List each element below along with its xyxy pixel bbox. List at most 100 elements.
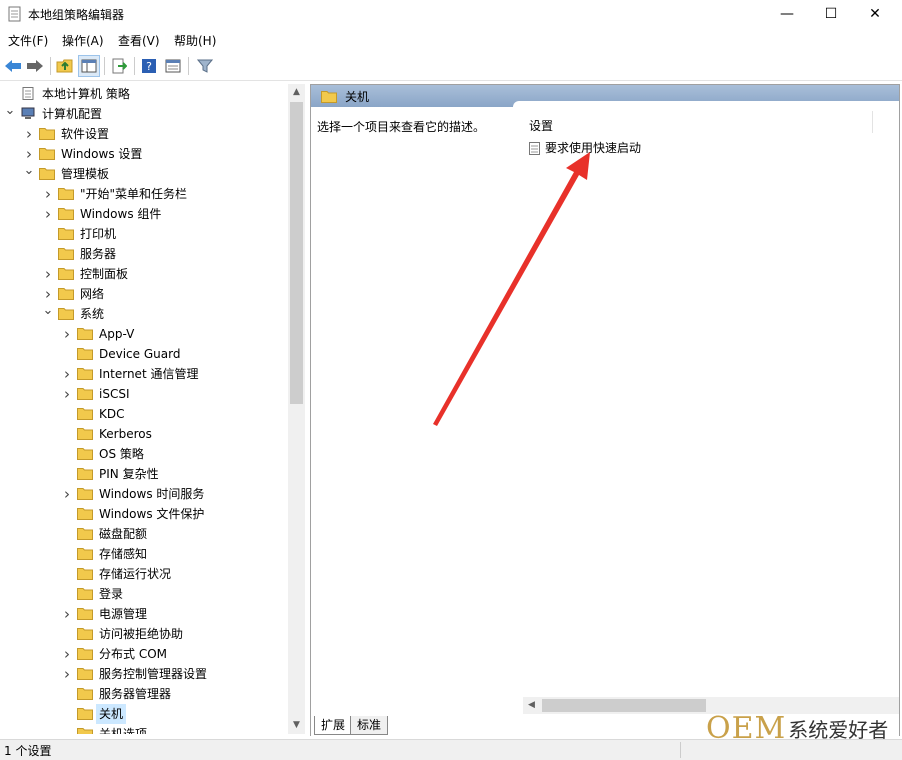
forward-button[interactable]: [24, 55, 46, 77]
tab-extended[interactable]: 扩展: [314, 716, 353, 735]
chevron-down-icon[interactable]: ⌄: [42, 304, 54, 324]
window-title: 本地组策略编辑器: [28, 8, 125, 22]
settings-list: 设置 要求使用快速启动: [513, 101, 899, 701]
tree-item[interactable]: › 服务控制管理器设置: [2, 664, 286, 684]
tree-item[interactable]: › App-V: [2, 324, 286, 344]
tree-item[interactable]: › 控制面板: [2, 264, 286, 284]
chevron-right-icon[interactable]: ›: [23, 124, 35, 144]
tree-item[interactable]: › 软件设置: [2, 124, 286, 144]
show-hide-tree-button[interactable]: [78, 55, 100, 77]
tree-item-label: 关机: [96, 704, 127, 724]
scroll-down-arrow-icon[interactable]: ▼: [288, 717, 305, 734]
chevron-down-icon[interactable]: ⌄: [4, 104, 16, 124]
tree-item-label: Internet 通信管理: [99, 367, 199, 381]
tree-item[interactable]: 打印机: [2, 224, 286, 244]
tree-item-label: Windows 时间服务: [99, 487, 205, 501]
tree-item[interactable]: Kerberos: [2, 424, 286, 444]
tree-vertical-scrollbar[interactable]: ▲ ▼: [288, 84, 305, 734]
group-policy-editor-window: 本地组策略编辑器 — ☐ ✕ 文件(F) 操作(A) 查看(V) 帮助(H) ?: [0, 0, 902, 760]
tree-item[interactable]: 服务器管理器: [2, 684, 286, 704]
tree-item[interactable]: › 电源管理: [2, 604, 286, 624]
tree-item[interactable]: Device Guard: [2, 344, 286, 364]
folder-icon: [58, 268, 74, 280]
tree-item[interactable]: 存储运行状况: [2, 564, 286, 584]
chevron-right-icon[interactable]: ›: [23, 144, 35, 164]
chevron-right-icon[interactable]: ›: [61, 384, 73, 404]
tree-item[interactable]: ⌄ 管理模板: [2, 164, 286, 184]
folder-icon: [77, 608, 93, 620]
chevron-right-icon[interactable]: ›: [42, 204, 54, 224]
up-folder-button[interactable]: [54, 55, 76, 77]
chevron-right-icon[interactable]: ›: [61, 644, 73, 664]
scroll-left-arrow-icon[interactable]: ◀: [523, 697, 540, 714]
tree-item-label: 计算机配置: [42, 107, 103, 121]
folder-icon: [58, 308, 74, 320]
tab-standard[interactable]: 标准: [350, 716, 389, 735]
menu-view[interactable]: 查看(V): [118, 32, 160, 49]
tree-item[interactable]: › "开始"菜单和任务栏: [2, 184, 286, 204]
tree-item[interactable]: ⌄ 计算机配置: [2, 104, 286, 124]
hscroll-thumb[interactable]: [542, 699, 706, 712]
export-list-button[interactable]: [108, 55, 130, 77]
tree-item[interactable]: › Windows 时间服务: [2, 484, 286, 504]
folder-icon: [58, 228, 74, 240]
tree-item[interactable]: KDC: [2, 404, 286, 424]
status-text: 1 个设置: [4, 744, 52, 758]
tree-item[interactable]: › Windows 组件: [2, 204, 286, 224]
folder-icon: [77, 408, 93, 420]
properties-button[interactable]: [162, 55, 184, 77]
folder-icon: [77, 528, 93, 540]
menu-help[interactable]: 帮助(H): [174, 32, 216, 49]
folder-icon: [39, 128, 55, 140]
filter-button[interactable]: [194, 55, 216, 77]
back-button[interactable]: [2, 55, 24, 77]
chevron-right-icon[interactable]: ›: [61, 484, 73, 504]
tree-item-label: "开始"菜单和任务栏: [80, 187, 188, 201]
folder-icon: [77, 548, 93, 560]
scroll-up-arrow-icon[interactable]: ▲: [288, 84, 305, 101]
tree-item[interactable]: 关机: [2, 704, 286, 724]
chevron-right-icon[interactable]: ›: [61, 364, 73, 384]
chevron-right-icon[interactable]: ›: [42, 264, 54, 284]
tree-item-label: 电源管理: [99, 607, 148, 621]
tree-item[interactable]: 关机选项: [2, 724, 286, 734]
tree-item[interactable]: › Internet 通信管理: [2, 364, 286, 384]
maximize-button[interactable]: ☐: [808, 0, 854, 28]
help-button[interactable]: ?: [138, 55, 160, 77]
folder-icon: [58, 208, 74, 220]
details-pane: 关机 选择一个项目来查看它的描述。 设置 要求使用快速启动 ◀: [310, 84, 900, 736]
tree-item[interactable]: OS 策略: [2, 444, 286, 464]
tree-item[interactable]: PIN 复杂性: [2, 464, 286, 484]
tree-item[interactable]: 服务器: [2, 244, 286, 264]
tree-item[interactable]: › Windows 设置: [2, 144, 286, 164]
chevron-right-icon[interactable]: ›: [42, 284, 54, 304]
chevron-right-icon[interactable]: ›: [42, 184, 54, 204]
chevron-down-icon[interactable]: ⌄: [23, 164, 35, 184]
close-button[interactable]: ✕: [852, 0, 898, 28]
folder-icon: [77, 428, 93, 440]
chevron-right-icon[interactable]: ›: [61, 324, 73, 344]
menu-file[interactable]: 文件(F): [8, 32, 48, 49]
menu-action[interactable]: 操作(A): [62, 32, 104, 49]
tree-item[interactable]: Windows 文件保护: [2, 504, 286, 524]
tree-item[interactable]: 存储感知: [2, 544, 286, 564]
tree-item[interactable]: › 分布式 COM: [2, 644, 286, 664]
chevron-right-icon[interactable]: ›: [61, 604, 73, 624]
tree-item[interactable]: 磁盘配额: [2, 524, 286, 544]
chevron-right-icon[interactable]: ›: [61, 664, 73, 684]
tree-item[interactable]: 登录: [2, 584, 286, 604]
column-header-setting[interactable]: 设置: [529, 117, 553, 134]
tree-item[interactable]: 访问被拒绝协助: [2, 624, 286, 644]
scroll-thumb[interactable]: [290, 102, 303, 404]
tree-item[interactable]: › iSCSI: [2, 384, 286, 404]
tree-item-label: 控制面板: [80, 267, 129, 281]
tree-item[interactable]: 本地计算机 策略: [2, 84, 286, 104]
tree-item-label: 服务控制管理器设置: [99, 667, 208, 681]
tree-item[interactable]: ⌄ 系统: [2, 304, 286, 324]
tree-item[interactable]: › 网络: [2, 284, 286, 304]
tree-item-label: 访问被拒绝协助: [99, 627, 184, 641]
minimize-button[interactable]: —: [764, 0, 810, 28]
